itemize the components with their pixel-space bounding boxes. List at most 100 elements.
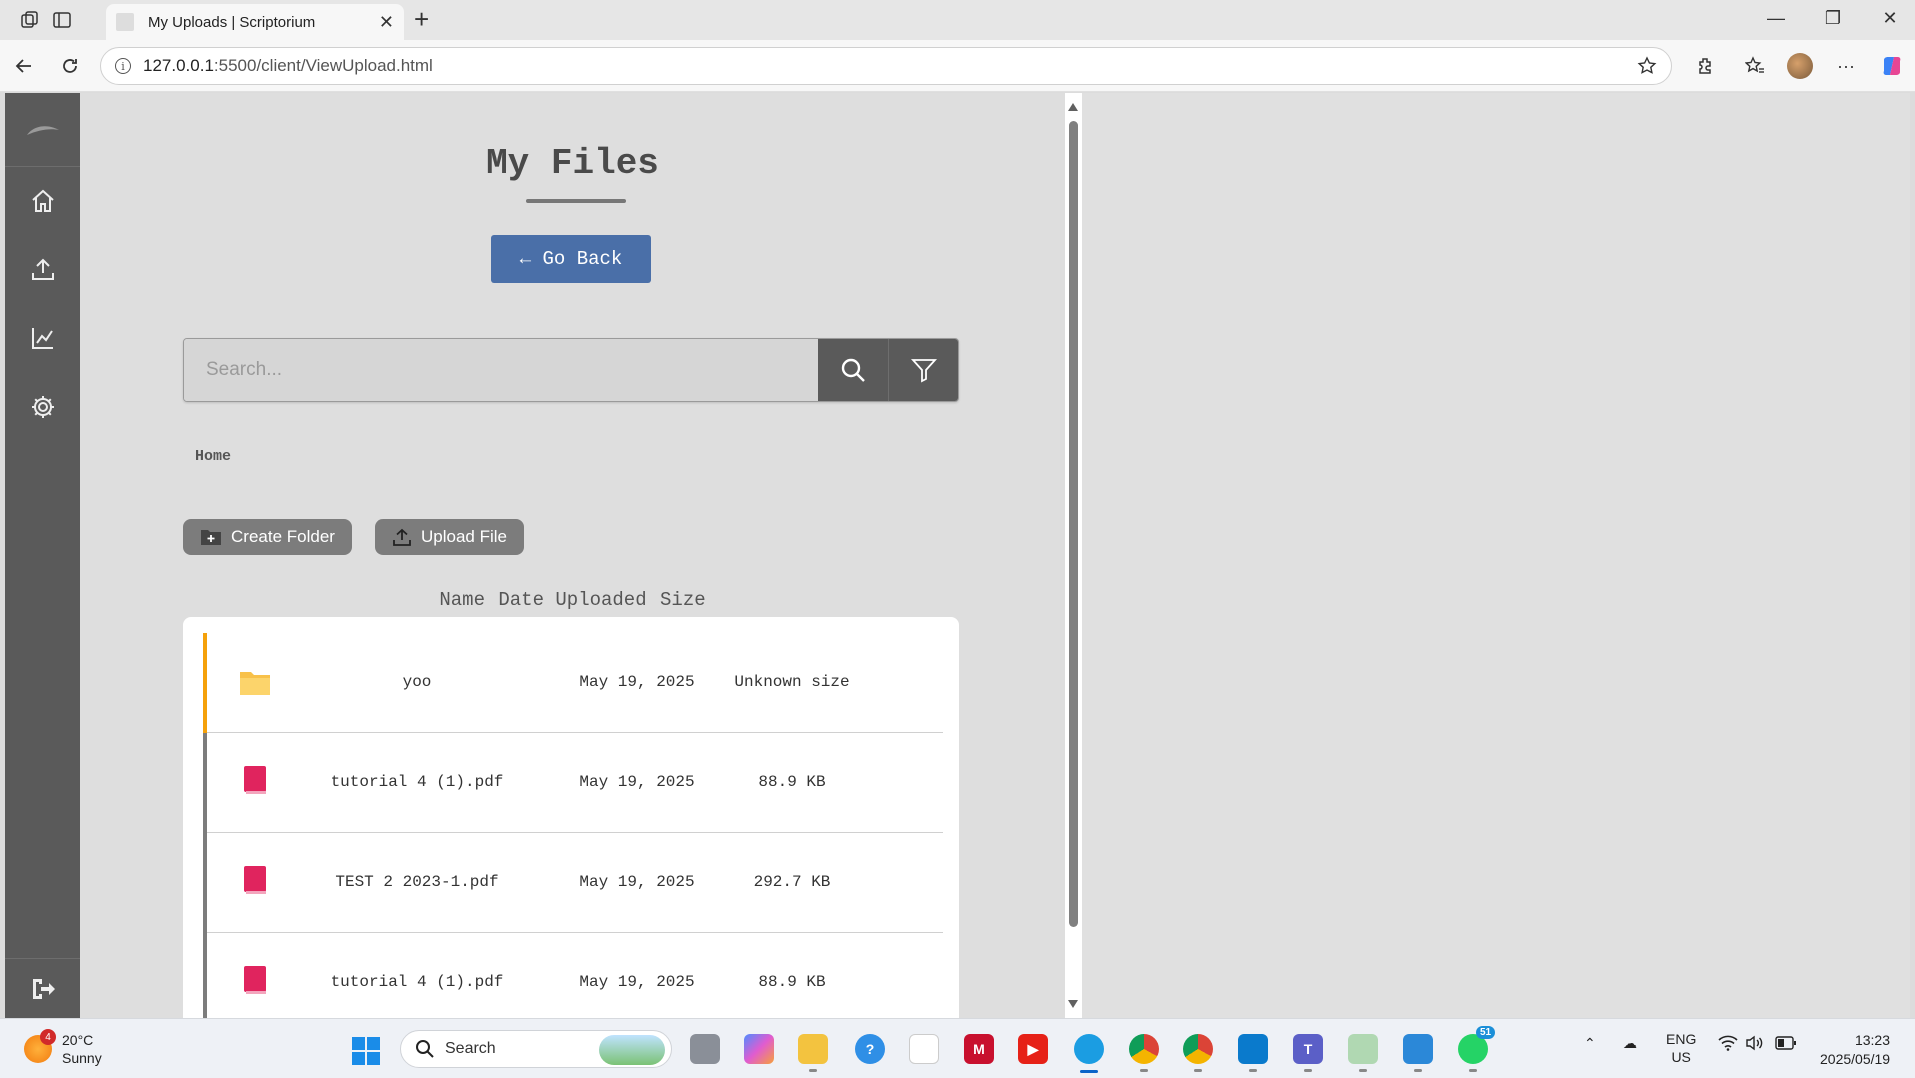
create-folder-label: Create Folder: [231, 527, 335, 546]
copilot-app-icon[interactable]: [744, 1034, 774, 1064]
taskbar-search[interactable]: Search: [400, 1030, 672, 1068]
close-window-icon[interactable]: ✕: [1878, 8, 1902, 29]
file-date: May 19, 2025: [579, 873, 695, 891]
pdf-book-icon: [243, 865, 267, 900]
show-hidden-icons-icon[interactable]: ⌃: [1584, 1035, 1596, 1052]
search-bar: [183, 338, 959, 402]
wifi-icon[interactable]: [1718, 1035, 1738, 1054]
volume-icon[interactable]: [1745, 1035, 1765, 1054]
file-row-pdf[interactable]: TEST 2 2023-1.pdf May 19, 2025 292.7 KB: [203, 833, 943, 933]
browser-tab-bar: My Uploads | Scriptorium ✕ + — ❐ ✕: [0, 0, 1915, 40]
tab-close-icon[interactable]: ✕: [379, 12, 394, 33]
refresh-icon[interactable]: [58, 54, 82, 78]
filter-icon: [910, 359, 937, 383]
scroll-down-arrow-icon[interactable]: [1068, 1000, 1078, 1008]
file-size: 88.9 KB: [758, 973, 826, 991]
profile-avatar[interactable]: [1787, 53, 1813, 79]
active-tab[interactable]: My Uploads | Scriptorium ✕: [106, 4, 404, 40]
empty-right-area: [1082, 93, 1910, 1018]
app-logo[interactable]: [5, 93, 80, 167]
weather-widget[interactable]: 4 20°C Sunny: [24, 1029, 102, 1067]
scroll-up-arrow-icon[interactable]: [1068, 103, 1078, 111]
search-button[interactable]: [818, 339, 888, 401]
page-viewport: My Files ← Go Back Home Create Folder Up…: [5, 93, 1910, 1018]
settings-gear-icon[interactable]: [5, 387, 80, 427]
notepad-icon[interactable]: [1403, 1034, 1433, 1072]
page-title: My Files: [486, 143, 659, 184]
go-back-button[interactable]: ← Go Back: [491, 235, 651, 283]
system-clock[interactable]: 13:23 2025/05/19: [1820, 1031, 1890, 1069]
file-name: TEST 2 2023-1.pdf: [335, 873, 499, 891]
address-bar[interactable]: i 127.0.0.1:5500/client/ViewUpload.html: [100, 47, 1672, 85]
clock-time: 13:23: [1854, 1032, 1890, 1048]
upload-file-button[interactable]: Upload File: [375, 519, 524, 555]
weather-badge: 4: [40, 1029, 56, 1045]
analytics-chart-icon[interactable]: [5, 318, 80, 358]
title-underline: [526, 199, 626, 203]
file-row-pdf[interactable]: tutorial 4 (1).pdf May 19, 2025 88.9 KB: [203, 933, 939, 1018]
file-date: May 19, 2025: [579, 773, 695, 791]
onedrive-cloud-icon[interactable]: ☁: [1623, 1035, 1637, 1052]
teams-icon[interactable]: T: [1293, 1034, 1323, 1072]
pdf-book-icon: [243, 965, 267, 1000]
minimize-icon[interactable]: —: [1764, 8, 1788, 29]
folder-plus-icon: [201, 530, 221, 545]
file-table-header: Name Date Uploaded Size: [80, 589, 1065, 611]
upload-icon[interactable]: [5, 249, 80, 289]
favorites-icon[interactable]: [1742, 53, 1768, 79]
home-icon[interactable]: [5, 181, 80, 221]
search-input[interactable]: [184, 339, 818, 401]
sidebar: [5, 93, 80, 1018]
pdf-book-icon: [243, 765, 267, 800]
new-tab-icon[interactable]: +: [414, 6, 429, 32]
breadcrumb-home[interactable]: Home: [195, 448, 231, 465]
file-size: Unknown size: [734, 673, 850, 691]
sun-icon: 4: [24, 1029, 56, 1063]
chrome-icon[interactable]: [1129, 1034, 1159, 1072]
column-size[interactable]: Size: [660, 589, 706, 611]
extensions-icon[interactable]: [1692, 53, 1718, 79]
file-row-folder[interactable]: yoo May 19, 2025 Unknown size: [203, 633, 943, 733]
windows-start-icon[interactable]: [352, 1037, 380, 1065]
mcafee-icon[interactable]: M: [964, 1034, 994, 1064]
tab-favicon-icon: [116, 13, 134, 31]
copilot-icon[interactable]: [1879, 53, 1905, 79]
windows-taskbar: 4 20°C Sunny Search ? M ▶ T 51 ⌃ ☁ ENG U…: [0, 1018, 1915, 1078]
url-host: 127.0.0.1: [143, 56, 214, 75]
youtube-icon[interactable]: ▶: [1018, 1034, 1048, 1064]
edge-browser-icon[interactable]: [1074, 1034, 1104, 1073]
file-size: 292.7 KB: [753, 873, 831, 891]
whatsapp-badge: 51: [1476, 1026, 1496, 1039]
document-app-icon[interactable]: [1348, 1034, 1378, 1072]
help-icon[interactable]: ?: [855, 1034, 885, 1064]
workspaces-icon[interactable]: [18, 8, 42, 32]
search-icon: [841, 358, 865, 382]
upload-file-label: Upload File: [421, 527, 507, 546]
taskbar-search-label: Search: [445, 1040, 496, 1057]
column-date[interactable]: Date Uploaded: [498, 589, 646, 611]
logout-icon[interactable]: [5, 958, 80, 1018]
chrome-profile-icon[interactable]: [1183, 1034, 1213, 1072]
column-name[interactable]: Name: [439, 589, 485, 611]
file-name: tutorial 4 (1).pdf: [330, 773, 504, 791]
vscode-icon[interactable]: [1238, 1034, 1268, 1072]
battery-icon[interactable]: [1775, 1036, 1797, 1053]
vertical-tabs-icon[interactable]: [50, 8, 74, 32]
site-info-icon[interactable]: i: [115, 58, 131, 74]
scrollbar-thumb[interactable]: [1069, 121, 1078, 927]
file-row-pdf[interactable]: tutorial 4 (1).pdf May 19, 2025 88.9 KB: [203, 733, 943, 833]
microsoft-store-icon[interactable]: [909, 1034, 939, 1064]
task-view-icon[interactable]: [690, 1034, 720, 1064]
create-folder-button[interactable]: Create Folder: [183, 519, 352, 555]
back-arrow-icon[interactable]: [12, 54, 36, 78]
page-scrollbar[interactable]: [1065, 93, 1082, 1018]
filter-button[interactable]: [888, 339, 958, 401]
more-menu-icon[interactable]: ···: [1833, 53, 1859, 79]
favorite-star-icon[interactable]: [1637, 56, 1657, 81]
url-path: :5500/client/ViewUpload.html: [213, 56, 433, 75]
file-name: tutorial 4 (1).pdf: [330, 973, 504, 991]
file-explorer-icon[interactable]: [798, 1034, 828, 1072]
language-indicator[interactable]: ENG US: [1666, 1030, 1696, 1066]
whatsapp-icon[interactable]: 51: [1458, 1026, 1496, 1072]
restore-icon[interactable]: ❐: [1821, 8, 1845, 29]
